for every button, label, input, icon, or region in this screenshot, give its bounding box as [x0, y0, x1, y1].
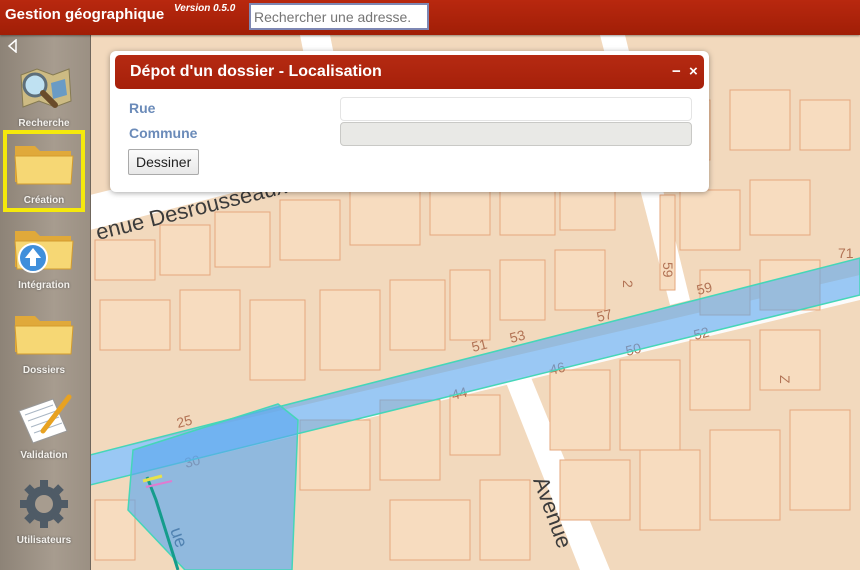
house-number: 59 [660, 262, 676, 278]
address-search-input[interactable] [249, 3, 429, 30]
folder-icon [14, 146, 74, 185]
sidebar-item-recherche[interactable]: Recherche [3, 53, 85, 135]
collapse-left-icon[interactable] [6, 39, 20, 53]
sidebar-item-label: Utilisateurs [16, 535, 72, 546]
sidebar-item-utilisateurs[interactable]: Utilisateurs [3, 470, 85, 552]
dessiner-button[interactable]: Dessiner [128, 149, 200, 175]
app-title: Gestion géographique [5, 6, 165, 23]
sidebar-item-validation[interactable]: Validation [3, 385, 85, 467]
sidebar-item-label: Dossiers [22, 365, 66, 376]
close-button[interactable]: × [689, 63, 698, 80]
localisation-dialog: Dépot d'un dossier - Localisation − × Ru… [110, 51, 709, 192]
house-number: 2 [620, 280, 636, 288]
app-version: Version 0.5.0 [174, 3, 236, 14]
folder-upload-icon [14, 231, 74, 273]
gear-icon [20, 480, 68, 528]
folder-icon [14, 316, 74, 355]
house-number: 71 [838, 245, 854, 261]
minimize-button[interactable]: − [672, 63, 681, 80]
commune-input[interactable] [340, 122, 692, 146]
dialog-title: Dépot d'un dossier - Localisation [130, 63, 382, 80]
rue-label: Rue [129, 100, 156, 116]
notepad-pencil-icon [18, 394, 72, 444]
sidebar-item-integration[interactable]: Intégration [3, 215, 85, 297]
commune-label: Commune [129, 125, 198, 141]
dialog-header[interactable]: Dépot d'un dossier - Localisation − × [115, 55, 704, 89]
sidebar-item-label: Validation [20, 450, 68, 461]
top-bar: Gestion géographique Version 0.5.0 [0, 0, 860, 35]
sidebar-item-dossiers[interactable]: Dossiers [3, 300, 85, 382]
sidebar: Recherche Création Intégration Dossiers [0, 35, 91, 570]
sidebar-item-creation[interactable]: Création [3, 130, 85, 212]
sidebar-item-label: Création [23, 195, 65, 206]
house-number: Z [777, 375, 793, 384]
sidebar-item-label: Intégration [18, 280, 70, 291]
sidebar-item-label: Recherche [18, 118, 70, 129]
map-search-icon [20, 68, 72, 108]
rue-input[interactable] [340, 97, 692, 121]
